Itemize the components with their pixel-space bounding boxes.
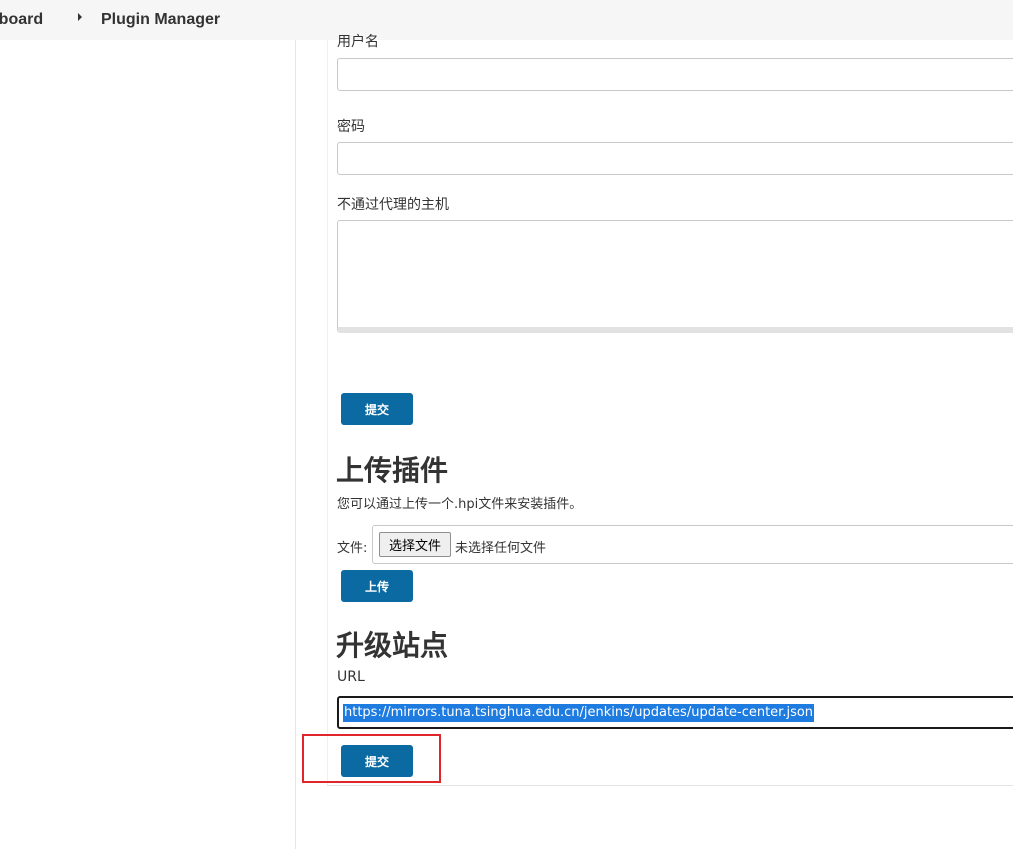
file-label: 文件: — [337, 541, 368, 556]
choose-file-button[interactable]: 选择文件 — [379, 532, 451, 557]
upload-plugin-description: 您可以通过上传一个.hpi文件来安装插件。 — [337, 497, 583, 512]
proxy-submit-button[interactable]: 提交 — [341, 393, 413, 425]
no-proxy-hosts-label: 不通过代理的主机 — [337, 197, 449, 213]
content-divider — [327, 40, 328, 785]
password-label: 密码 — [337, 119, 365, 135]
bottom-rule — [327, 785, 1013, 786]
highlight-annotation — [302, 734, 441, 783]
password-field[interactable] — [337, 142, 1013, 175]
username-field[interactable] — [337, 58, 1013, 91]
update-site-title: 升级站点 — [336, 629, 449, 662]
update-site-url-value[interactable]: https://mirrors.tuna.tsinghua.edu.cn/jen… — [343, 704, 815, 722]
url-label: URL — [337, 669, 365, 685]
upload-button[interactable]: 上传 — [341, 570, 413, 602]
chevron-right-icon — [78, 13, 82, 21]
file-status-text: 未选择任何文件 — [455, 541, 547, 556]
username-label: 用户名 — [337, 34, 379, 50]
sidebar-divider — [295, 40, 296, 849]
upload-plugin-title: 上传插件 — [336, 454, 449, 487]
breadcrumb-plugin-manager[interactable]: Plugin Manager — [101, 11, 220, 29]
breadcrumb-dashboard[interactable]: shboard — [0, 11, 43, 29]
no-proxy-hosts-textarea[interactable] — [337, 220, 1013, 333]
breadcrumb: shboard Plugin Manager — [0, 0, 1013, 40]
